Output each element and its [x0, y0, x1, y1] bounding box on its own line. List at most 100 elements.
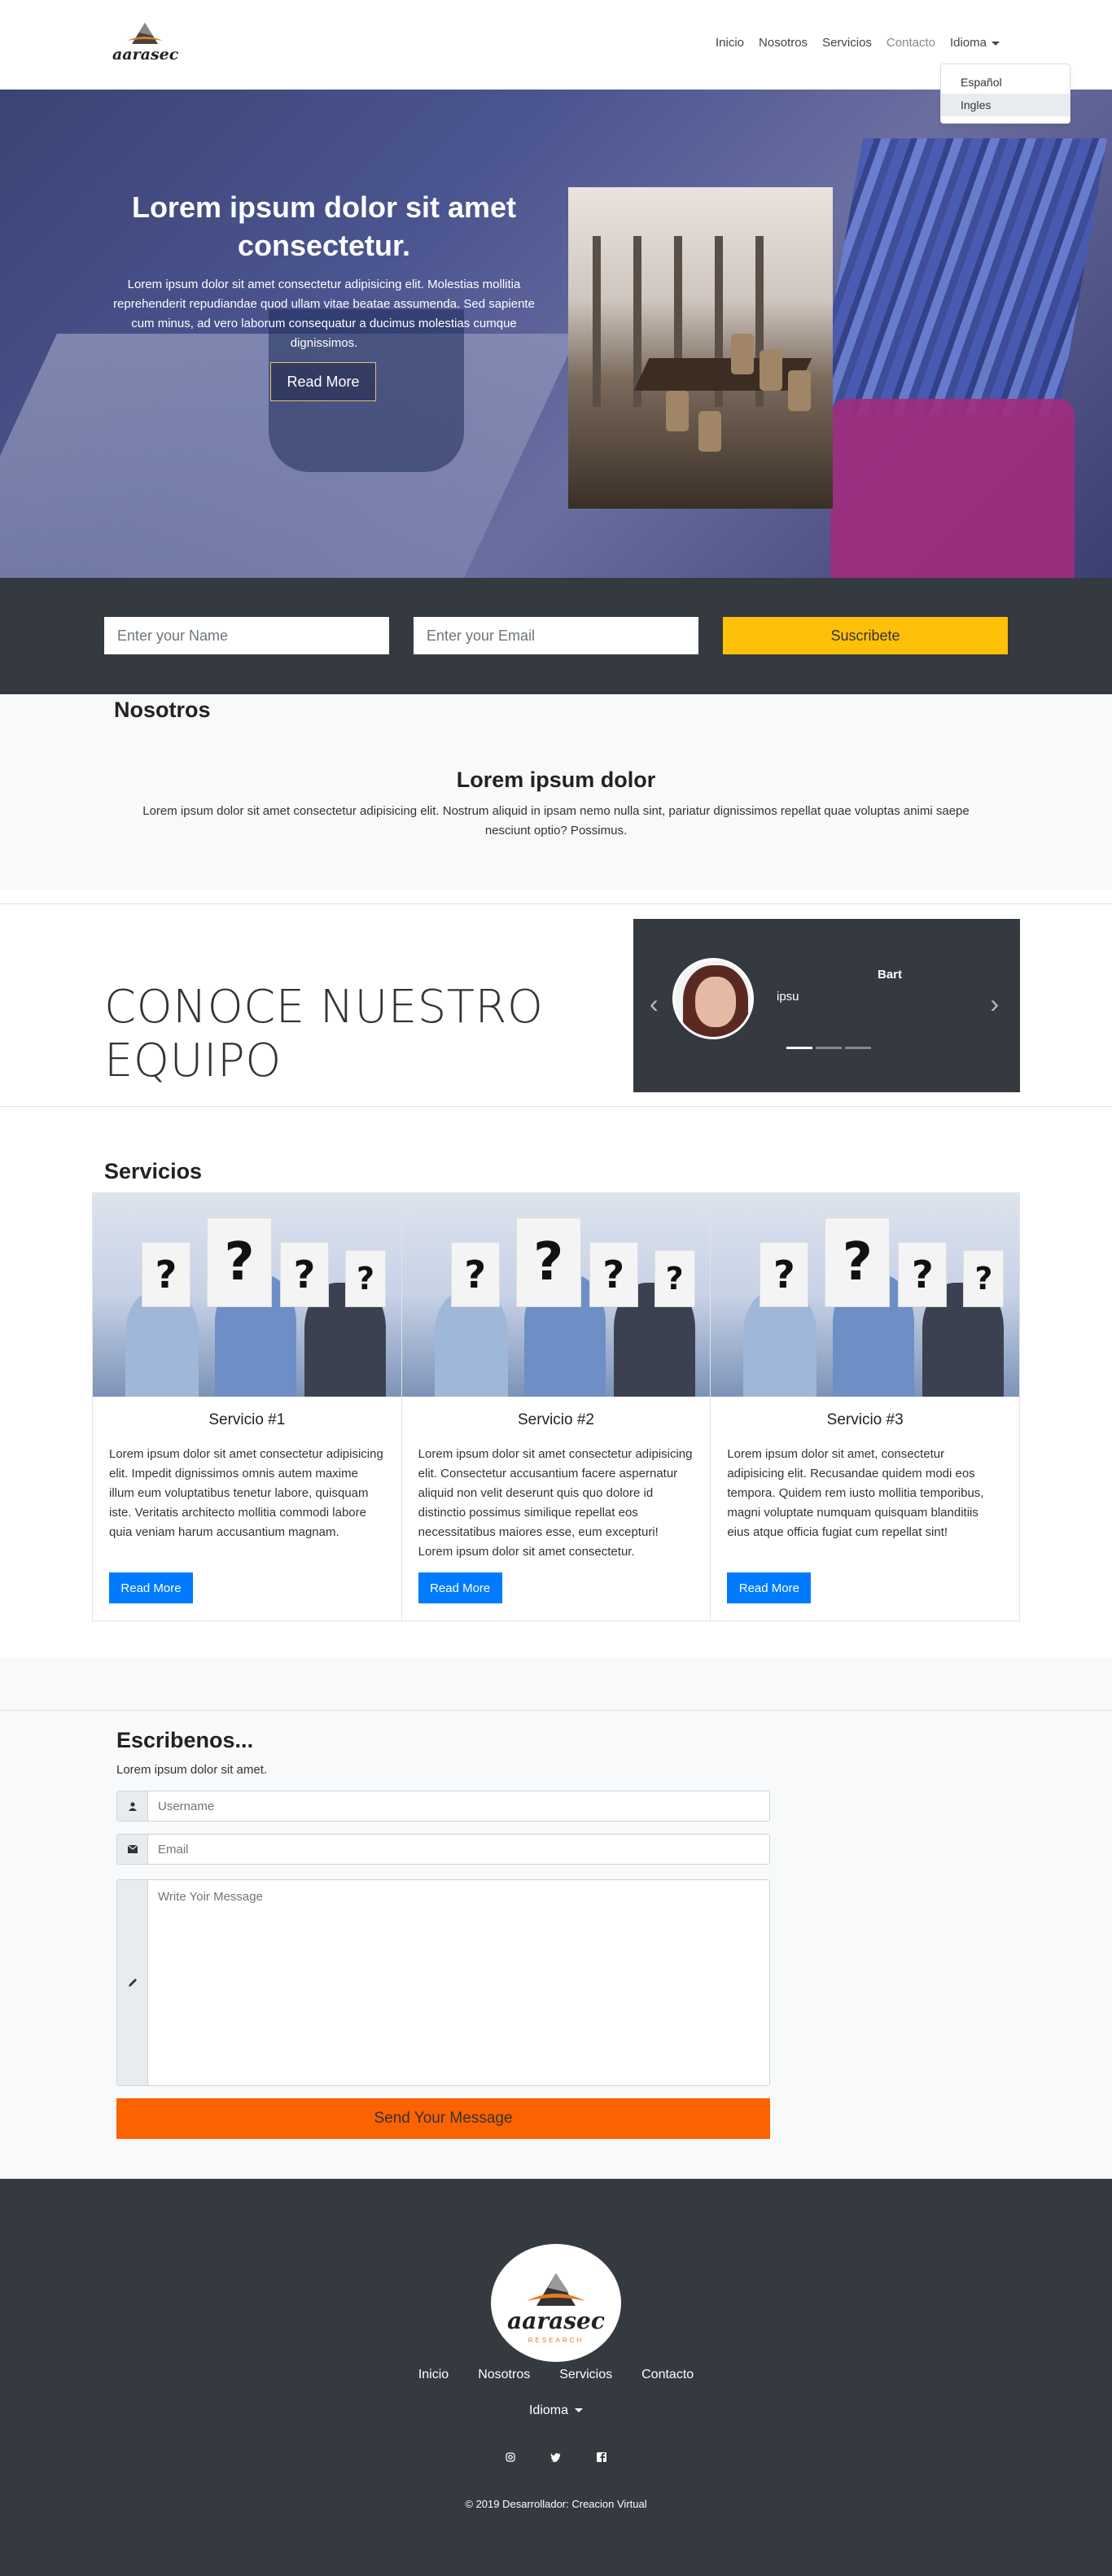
main-nav: Inicio Nosotros Servicios Contacto Idiom…: [716, 36, 1000, 50]
hero-background-pencils: [814, 138, 1107, 415]
team-member-text: ipsu: [777, 990, 799, 1004]
logo-mark-icon: [127, 23, 163, 44]
pencil-icon: [117, 1880, 148, 2085]
caret-down-icon: [992, 41, 1000, 46]
message-textarea[interactable]: Write Yoir Message: [148, 1880, 769, 2085]
nav-link-nosotros[interactable]: Nosotros: [759, 36, 808, 50]
contact-section: Escribenos... Lorem ipsum dolor sit amet…: [0, 1658, 1112, 2179]
nav-link-servicios[interactable]: Servicios: [822, 36, 872, 50]
contact-title: Escribenos...: [116, 1728, 254, 1752]
nav-link-inicio[interactable]: Inicio: [716, 36, 744, 50]
photo-chair: [666, 391, 689, 431]
service-read-more-button[interactable]: Read More: [109, 1572, 193, 1603]
question-sign-icon: ?: [142, 1242, 190, 1307]
question-sign-icon: ?: [450, 1242, 500, 1307]
user-icon: [117, 1791, 148, 1821]
send-message-button[interactable]: Send Your Message: [116, 2098, 770, 2139]
footer-link-servicios[interactable]: Servicios: [559, 2368, 612, 2382]
facebook-icon[interactable]: [595, 2451, 608, 2464]
email-field[interactable]: Email: [116, 1834, 770, 1865]
photo-conference-table: [633, 358, 812, 391]
carousel-indicator[interactable]: [816, 1047, 842, 1049]
nav-link-contacto[interactable]: Contacto: [887, 36, 935, 50]
question-sign-icon: ?: [280, 1242, 329, 1307]
message-field[interactable]: Write Yoir Message: [116, 1879, 770, 2086]
avatar-face: [695, 977, 736, 1027]
footer-language-dropdown[interactable]: Idioma: [0, 2403, 1112, 2418]
logo-mark-icon: [527, 2273, 585, 2306]
username-input[interactable]: Username: [148, 1791, 769, 1821]
question-sign-icon: ?: [207, 1218, 272, 1307]
hero-background-cup: [830, 399, 1075, 578]
brand-name: aarasec: [112, 46, 179, 63]
subscribe-name-input[interactable]: Enter your Name: [104, 617, 389, 654]
footer-link-nosotros[interactable]: Nosotros: [478, 2368, 530, 2382]
brand-logo[interactable]: aarasec: [112, 16, 179, 65]
footer-brand-name: aarasec: [507, 2307, 605, 2334]
service-image: ? ? ? ?: [711, 1193, 1020, 1397]
hero-text: Lorem ipsum dolor sit amet consectetur a…: [113, 278, 535, 350]
services-label: Servicios: [104, 1159, 203, 1183]
photo-chair: [788, 370, 811, 411]
footer-logo[interactable]: aarasec RESEARCH: [491, 2244, 621, 2362]
service-text: Lorem ipsum dolor sit amet consectetur a…: [109, 1447, 383, 1539]
section-divider: [0, 1710, 1112, 1711]
subscribe-button[interactable]: Suscribete: [723, 617, 1008, 654]
service-card-1: ? ? ? ? Servicio #1 Lorem ipsum dolor si…: [93, 1193, 402, 1620]
carousel-indicator[interactable]: [845, 1047, 871, 1049]
email-input[interactable]: Email: [148, 1835, 769, 1864]
services-card-group: ? ? ? ? Servicio #1 Lorem ipsum dolor si…: [92, 1192, 1020, 1621]
footer-language-label: Idioma: [528, 2403, 569, 2417]
question-sign-icon: ?: [825, 1218, 891, 1307]
carousel-indicators: [786, 1047, 871, 1049]
photo-window-frame: [593, 236, 601, 407]
footer-link-contacto[interactable]: Contacto: [641, 2368, 694, 2382]
footer-brand-tagline: RESEARCH: [528, 2337, 584, 2344]
hero-office-photo: [568, 187, 833, 509]
question-sign-icon: ?: [515, 1218, 581, 1307]
subscribe-email-input[interactable]: Enter your Email: [414, 617, 698, 654]
dropdown-item-espanol[interactable]: Español: [941, 71, 1070, 94]
service-text: Lorem ipsum dolor sit amet, consectetur …: [727, 1447, 984, 1539]
question-sign-icon: ?: [760, 1242, 809, 1307]
language-dropdown-menu: Español Ingles: [940, 63, 1070, 124]
contact-subtitle: Lorem ipsum dolor sit amet.: [116, 1763, 268, 1777]
envelope-icon: [117, 1835, 148, 1864]
team-member-avatar: [672, 958, 754, 1039]
question-sign-icon: ?: [654, 1250, 695, 1307]
photo-chair: [760, 350, 782, 391]
language-dropdown-toggle[interactable]: Idioma: [950, 36, 1000, 50]
service-read-more-button[interactable]: Read More: [418, 1572, 502, 1603]
dropdown-item-ingles[interactable]: Ingles: [941, 94, 1070, 116]
photo-chair: [698, 411, 721, 452]
photo-chair: [731, 334, 754, 374]
subscribe-section: Enter your Name Enter your Email Suscrib…: [0, 578, 1112, 694]
social-links: [0, 2451, 1112, 2464]
service-read-more-button[interactable]: Read More: [727, 1572, 812, 1603]
hero-read-more-button[interactable]: Read More: [270, 362, 376, 401]
team-carousel: ‹ Bart ipsu ›: [633, 919, 1020, 1092]
about-heading: Lorem ipsum dolor: [456, 768, 656, 792]
copyright-text: © 2019 Desarrollador: Creacion Virtual: [465, 2498, 647, 2510]
instagram-icon[interactable]: [504, 2451, 517, 2464]
about-label: Nosotros: [114, 698, 211, 722]
service-text: Lorem ipsum dolor sit amet consectetur a…: [418, 1447, 693, 1559]
hero-section: Lorem ipsum dolor sit amet consectetur. …: [0, 90, 1112, 578]
team-section: CONOCE NUESTRO EQUIPO ‹ Bart ipsu ›: [0, 903, 1112, 1107]
hero-title: Lorem ipsum dolor sit amet consectetur.: [131, 190, 517, 262]
question-sign-icon: ?: [345, 1250, 386, 1307]
caret-down-icon: [575, 2408, 584, 2413]
footer-link-inicio[interactable]: Inicio: [418, 2368, 449, 2382]
carousel-next-icon[interactable]: ›: [990, 989, 999, 1019]
twitter-icon[interactable]: [549, 2451, 563, 2464]
service-card-2: ? ? ? ? Servicio #2 Lorem ipsum dolor si…: [401, 1193, 711, 1620]
carousel-prev-icon[interactable]: ‹: [650, 989, 659, 1019]
language-dropdown-label: Idioma: [949, 36, 987, 50]
service-title: Servicio #2: [518, 1411, 594, 1428]
service-title: Servicio #3: [826, 1411, 904, 1428]
service-title: Servicio #1: [208, 1411, 286, 1428]
username-field[interactable]: Username: [116, 1791, 770, 1822]
carousel-indicator[interactable]: [786, 1047, 812, 1049]
service-image: ? ? ? ?: [401, 1193, 711, 1397]
footer: aarasec RESEARCH Inicio Nosotros Servici…: [0, 2179, 1112, 2576]
